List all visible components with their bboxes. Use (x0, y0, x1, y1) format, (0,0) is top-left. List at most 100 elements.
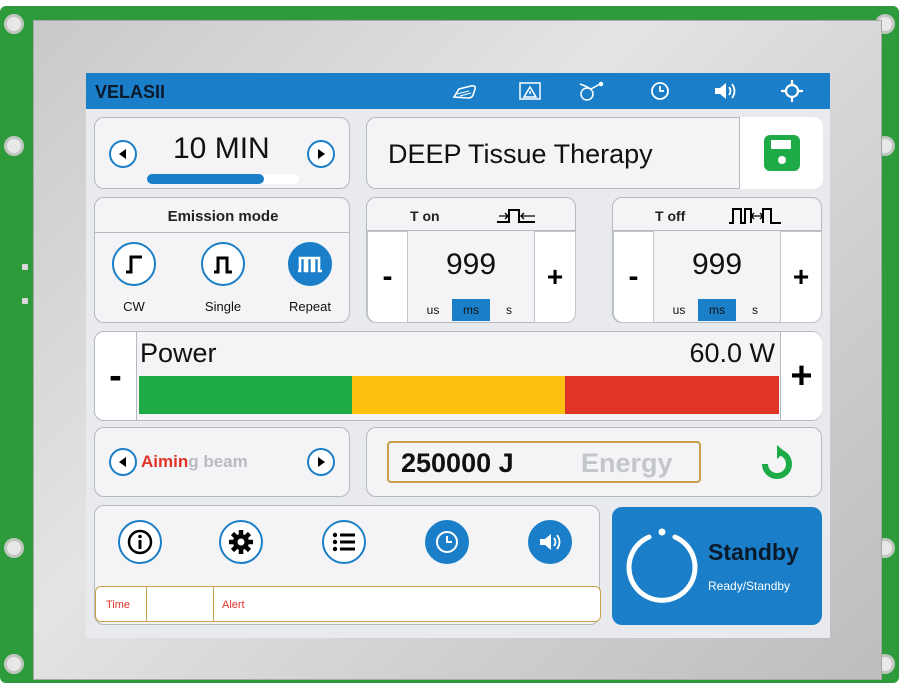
toff-plus-button[interactable]: + (780, 231, 822, 323)
pulse-width-icon (497, 209, 535, 223)
power-zone-1 (352, 376, 565, 414)
list-icon (332, 532, 355, 552)
alert-log[interactable]: Time Alert (95, 586, 601, 622)
reset-energy-button[interactable] (757, 444, 797, 484)
power-panel: - Power 60.0 W + (94, 331, 822, 421)
ton-unit-s[interactable]: s (490, 299, 528, 321)
mount-hole (4, 654, 24, 674)
toff-unit-ms[interactable]: ms (698, 299, 736, 321)
mount-hole (4, 538, 24, 558)
triangle-left-icon (119, 457, 126, 467)
ton-plus-button[interactable]: + (534, 231, 576, 323)
minus-label: - (109, 354, 122, 397)
crosshair-icon[interactable] (778, 79, 806, 103)
bottom-controls-panel: Time Alert (94, 505, 601, 625)
energy-panel: 250000 J Energy (366, 427, 822, 497)
power-ring-icon (626, 528, 698, 603)
save-icon (763, 135, 800, 171)
aiming-next-button[interactable] (307, 448, 335, 476)
menu-list-button[interactable] (322, 520, 366, 564)
power-level-bar[interactable] (139, 376, 779, 414)
cw-mode-label: CW (123, 299, 145, 314)
handpiece-icon[interactable] (451, 79, 479, 103)
program-panel[interactable]: DEEP Tissue Therapy (366, 117, 823, 189)
power-value: 60.0 W (689, 338, 775, 368)
header-bar: VELASII (86, 73, 830, 109)
triangle-right-icon (318, 149, 325, 159)
plus-label: + (792, 261, 810, 292)
clock-icon (436, 531, 458, 553)
status-subtitle: Ready/Standby (708, 579, 791, 593)
toff-panel: T off - 999 + us ms s (612, 197, 822, 323)
settings-button[interactable] (219, 520, 263, 564)
emission-mode-title: Emission mode (167, 208, 279, 225)
pcb-pin (22, 264, 28, 270)
toff-unit-s[interactable]: s (736, 299, 774, 321)
repeat-pulse-icon (298, 256, 322, 273)
screen: VELASII 10 MIN DEEP Tissue Therapy Emiss… (86, 73, 830, 638)
mount-hole (4, 136, 24, 156)
single-mode-button[interactable] (201, 242, 245, 286)
program-name: DEEP Tissue Therapy (388, 139, 653, 169)
power-zone-0 (139, 376, 352, 414)
standby-panel[interactable]: Standby Ready/Standby (612, 507, 822, 625)
cw-wave-icon (126, 255, 142, 274)
aiming-label-rest: g beam (188, 452, 248, 471)
timer-increase-button[interactable] (307, 140, 335, 168)
clock-button[interactable] (425, 520, 469, 564)
ton-unit-us[interactable]: us (414, 299, 452, 321)
info-button[interactable] (118, 520, 162, 564)
single-mode-label: Single (204, 299, 242, 314)
aiming-label-active: Aimin (141, 452, 189, 471)
cw-mode-button[interactable] (112, 242, 156, 286)
divider (213, 587, 214, 621)
energy-label: Energy (581, 448, 673, 478)
ton-unit-ms[interactable]: ms (452, 299, 490, 321)
power-plus-button[interactable]: + (780, 332, 822, 420)
alert-time-header: Time (106, 599, 131, 611)
speaker-icon (540, 534, 561, 550)
aiming-beam-panel: Aiming beam (94, 427, 350, 497)
power-zone-2 (565, 376, 779, 414)
ton-panel: T on - 999 + us ms s (366, 197, 576, 323)
pcb-pin (22, 298, 28, 304)
timer-decrease-button[interactable] (109, 140, 137, 168)
ton-title: T on (410, 208, 440, 224)
emission-mode-panel: Emission mode CW Single Repeat (94, 197, 350, 323)
minus-label: - (382, 260, 393, 293)
single-pulse-icon (214, 256, 232, 274)
triangle-right-icon (318, 457, 325, 467)
aiming-prev-button[interactable] (109, 448, 137, 476)
toff-unit-us[interactable]: us (660, 299, 698, 321)
mount-hole (4, 14, 24, 34)
brand-title: VELASII (95, 82, 166, 102)
info-icon (127, 529, 153, 555)
power-label: Power (140, 338, 217, 368)
minus-label: - (628, 260, 639, 293)
gear-icon (229, 530, 253, 554)
toff-minus-button[interactable]: - (613, 231, 654, 323)
toff-title: T off (655, 208, 686, 224)
speaker-icon[interactable] (711, 79, 739, 103)
clock-icon[interactable] (646, 79, 674, 103)
timer-progress-track (147, 174, 299, 184)
ton-value: 999 (445, 248, 497, 281)
timer-progress-fill (147, 174, 264, 184)
timer-panel: 10 MIN (94, 117, 350, 189)
refresh-icon (762, 445, 792, 479)
divider (95, 232, 349, 233)
fiber-icon[interactable] (576, 79, 604, 103)
ton-minus-button[interactable]: - (367, 231, 408, 323)
repeat-mode-button[interactable] (288, 242, 332, 286)
energy-value: 250000 J (401, 448, 514, 478)
divider (146, 587, 147, 621)
pulse-off-icon (729, 208, 781, 224)
save-button[interactable] (739, 117, 823, 189)
repeat-mode-label: Repeat (289, 299, 331, 314)
triangle-left-icon (119, 149, 126, 159)
power-minus-button[interactable]: - (95, 332, 137, 420)
screen-target-icon[interactable] (516, 79, 544, 103)
toff-value: 999 (691, 248, 743, 281)
aiming-beam-label: Aiming beam (141, 452, 248, 472)
sound-button[interactable] (528, 520, 572, 564)
